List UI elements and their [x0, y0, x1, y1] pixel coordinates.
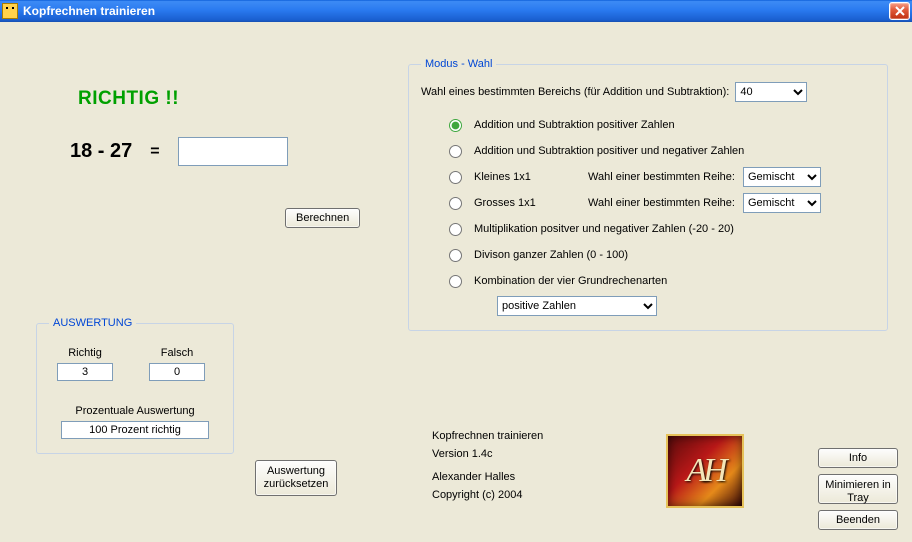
about-block: Kopfrechnen trainieren Version 1.4c Alex…: [432, 428, 543, 504]
about-copyright: Copyright (c) 2004: [432, 487, 543, 505]
equals-sign: =: [150, 143, 159, 161]
reihe-select-kleines[interactable]: Gemischt: [743, 167, 821, 187]
app-icon: [2, 3, 18, 19]
mode-radio-add-sub-positive[interactable]: [449, 119, 462, 132]
reihe-label-1: Wahl einer bestimmten Reihe:: [588, 171, 735, 183]
combination-select[interactable]: positive Zahlen: [497, 296, 657, 316]
mode-label-3[interactable]: Kleines 1x1: [474, 171, 564, 183]
wrong-value: 0: [149, 363, 205, 381]
about-author: Alexander Halles: [432, 469, 543, 487]
mode-label-2[interactable]: Addition und Subtraktion positiver und n…: [474, 145, 744, 157]
evaluation-legend: AUSWERTUNG: [49, 317, 136, 329]
mode-radio-kleines-1x1[interactable]: [449, 171, 462, 184]
wrong-label: Falsch: [149, 347, 205, 359]
mode-radio-combination[interactable]: [449, 275, 462, 288]
content-area: RICHTIG !! 18 - 27 = Berechnen AUSWERTUN…: [0, 22, 912, 542]
app-window: Kopfrechnen trainieren RICHTIG !! 18 - 2…: [0, 0, 912, 542]
right-button-column: Info Minimieren in Tray Beenden: [818, 448, 898, 530]
window-title: Kopfrechnen trainieren: [23, 4, 155, 18]
mode-radio-grosses-1x1[interactable]: [449, 197, 462, 210]
close-icon: [895, 6, 905, 16]
feedback-label: RICHTIG !!: [78, 88, 179, 110]
calculate-button[interactable]: Berechnen: [285, 208, 360, 228]
correct-label: Richtig: [57, 347, 113, 359]
correct-value: 3: [57, 363, 113, 381]
reihe-select-grosses[interactable]: Gemischt: [743, 193, 821, 213]
reset-evaluation-button[interactable]: Auswertung zurücksetzen: [255, 460, 337, 496]
quit-button[interactable]: Beenden: [818, 510, 898, 530]
about-version: Version 1.4c: [432, 446, 543, 464]
close-button[interactable]: [889, 2, 910, 20]
logo-monogram: AH: [686, 452, 723, 490]
logo-image: AH: [666, 434, 744, 508]
equation-expression: 18 - 27: [70, 140, 132, 163]
percent-value: 100 Prozent richtig: [61, 421, 209, 439]
mode-label-7[interactable]: Kombination der vier Grundrechenarten: [474, 275, 667, 287]
minimize-to-tray-button[interactable]: Minimieren in Tray: [818, 474, 898, 504]
titlebar: Kopfrechnen trainieren: [0, 0, 912, 22]
evaluation-group: AUSWERTUNG Richtig 3 Falsch 0 Prozentual…: [36, 317, 234, 454]
mode-radio-division[interactable]: [449, 249, 462, 262]
reihe-label-2: Wahl einer bestimmten Reihe:: [588, 197, 735, 209]
range-select[interactable]: 40: [735, 82, 807, 102]
mode-radio-add-sub-pos-neg[interactable]: [449, 145, 462, 158]
mode-legend: Modus - Wahl: [421, 58, 496, 70]
percent-label: Prozentuale Auswertung: [49, 405, 221, 417]
mode-label-1[interactable]: Addition und Subtraktion positiver Zahle…: [474, 119, 675, 131]
mode-label-5[interactable]: Multiplikation positver und negativer Za…: [474, 223, 734, 235]
range-label: Wahl eines bestimmten Bereichs (für Addi…: [421, 86, 729, 98]
equation-row: 18 - 27 =: [70, 137, 288, 166]
answer-input[interactable]: [178, 137, 288, 166]
info-button[interactable]: Info: [818, 448, 898, 468]
mode-radio-mult-pos-neg[interactable]: [449, 223, 462, 236]
about-title: Kopfrechnen trainieren: [432, 428, 543, 446]
mode-label-6[interactable]: Divison ganzer Zahlen (0 - 100): [474, 249, 628, 261]
mode-group: Modus - Wahl Wahl eines bestimmten Berei…: [408, 58, 888, 331]
mode-label-4[interactable]: Grosses 1x1: [474, 197, 564, 209]
